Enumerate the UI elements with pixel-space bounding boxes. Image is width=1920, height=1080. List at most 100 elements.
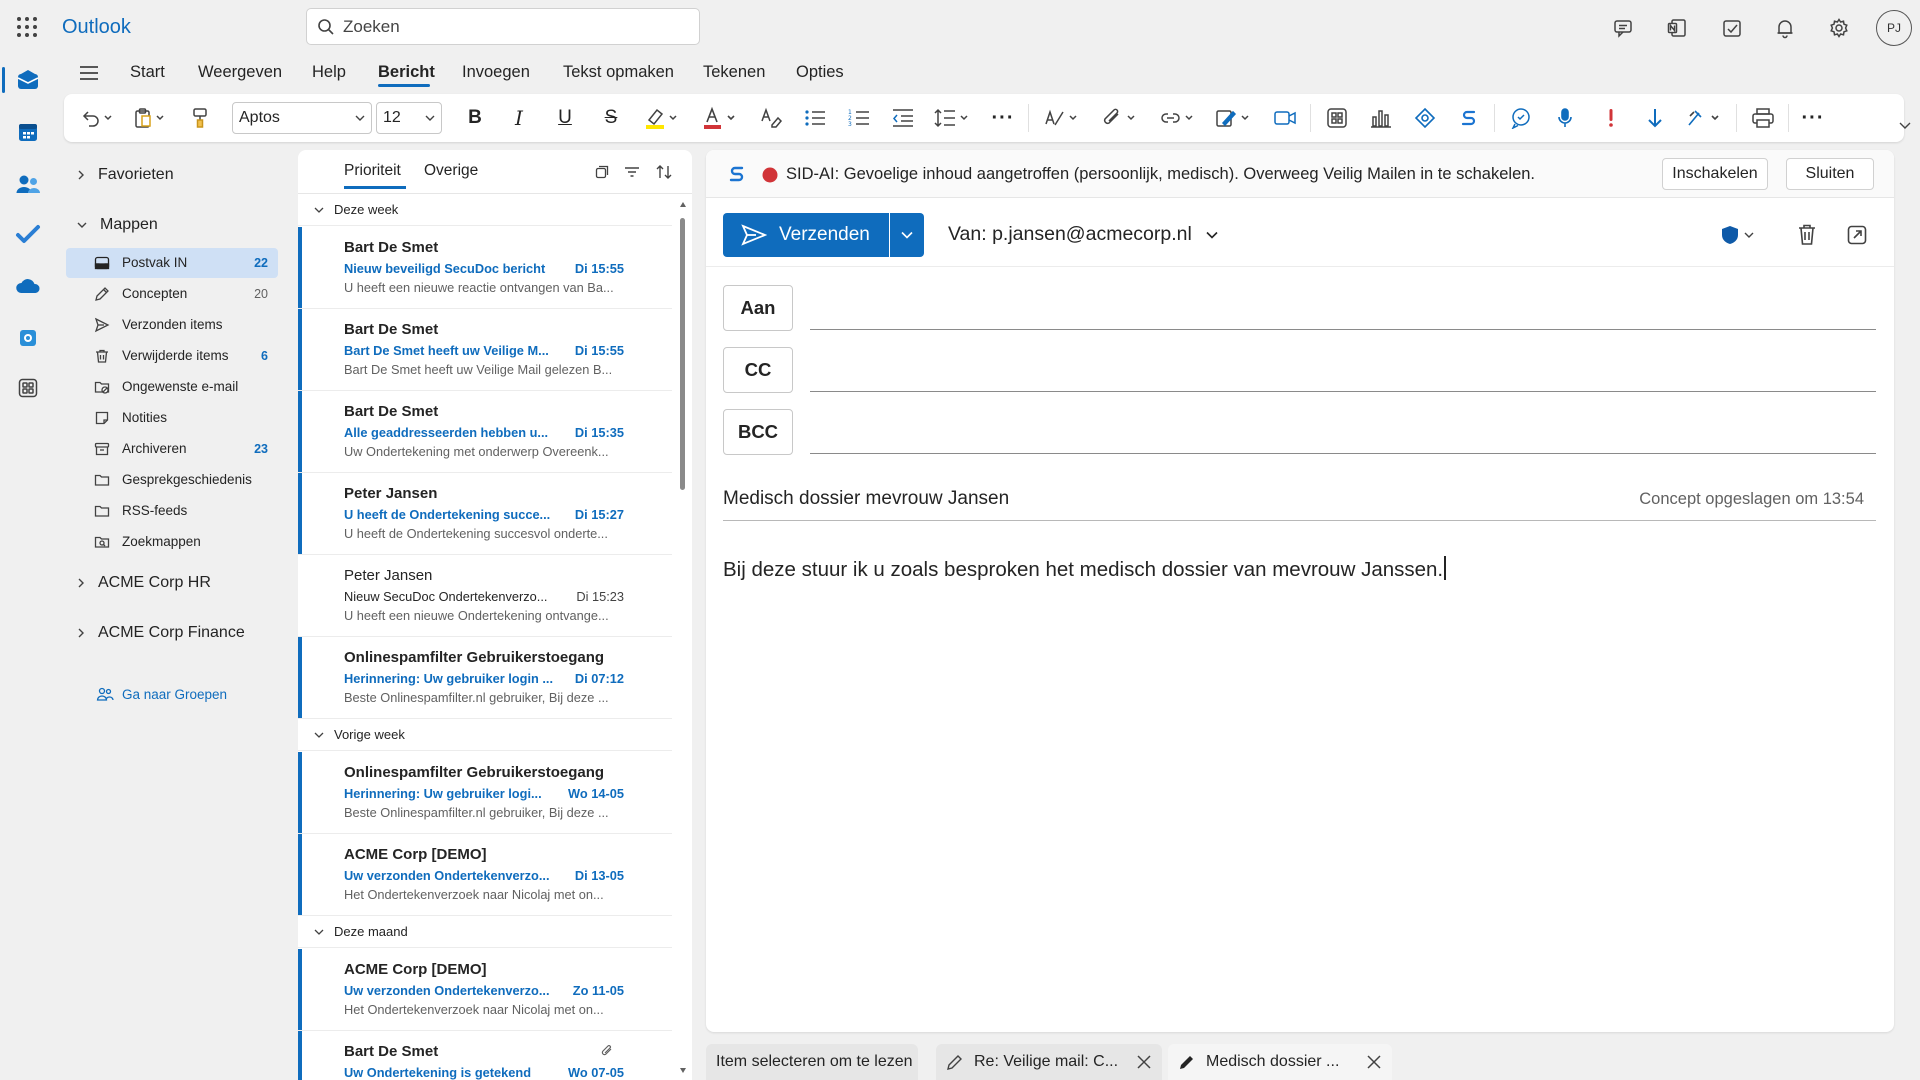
group-header-last-week[interactable]: Vorige week [298, 719, 672, 751]
sensitivity-icon[interactable] [1684, 104, 1724, 132]
close-icon[interactable] [1366, 1054, 1382, 1070]
more-formatting-icon[interactable]: ··· [990, 104, 1016, 132]
group-acme-hr[interactable]: ACME Corp HR [76, 574, 211, 592]
line-spacing-icon[interactable] [932, 104, 972, 132]
dictate-microphone-icon[interactable] [1552, 104, 1578, 132]
bcc-button[interactable]: BCC [723, 409, 793, 455]
bottom-tab-medical-draft[interactable]: Medisch dossier ... [1168, 1044, 1392, 1080]
close-icon[interactable] [1136, 1054, 1152, 1070]
high-importance-icon[interactable] [1598, 104, 1624, 132]
secudoc-icon[interactable] [1456, 104, 1482, 132]
scroll-down-icon[interactable] [680, 1068, 686, 1073]
message-item[interactable]: Onlinespamfilter Gebruikerstoegang Herin… [298, 637, 672, 719]
group-header-this-week[interactable]: Deze week [298, 194, 672, 226]
filter-icon[interactable] [622, 162, 642, 182]
font-name-select[interactable]: Aptos [232, 102, 372, 134]
bcc-field[interactable] [810, 414, 1876, 454]
print-icon[interactable] [1750, 104, 1776, 132]
calendar-icon[interactable] [12, 116, 44, 148]
message-item[interactable]: Bart De Smet Nieuw beveiligd SecuDoc ber… [298, 227, 672, 309]
from-selector[interactable]: Van: p.jansen@acmecorp.nl [948, 223, 1218, 246]
message-list-scrollbar[interactable] [680, 218, 685, 490]
bottom-tab-draft-reply[interactable]: Re: Veilige mail: C... [936, 1044, 1162, 1080]
message-item[interactable]: Onlinespamfilter Gebruikerstoegang Herin… [298, 752, 672, 834]
clipboard-icon[interactable] [130, 104, 170, 132]
collapse-nav-icon[interactable] [78, 64, 100, 82]
cc-field[interactable] [810, 352, 1876, 392]
message-item[interactable]: ACME Corp [DEMO] Uw verzonden Onderteken… [298, 834, 672, 916]
folder-archiveren[interactable]: Archiveren 23 [66, 434, 278, 464]
people-icon[interactable] [12, 168, 44, 200]
message-item[interactable]: Peter Jansen U heeft de Ondertekening su… [298, 473, 672, 555]
bold-icon[interactable]: B [462, 104, 488, 132]
folder-rss-feeds[interactable]: RSS-feeds [66, 496, 278, 526]
numbering-icon[interactable]: 123 [846, 104, 872, 132]
secure-attachment-icon[interactable] [1412, 104, 1438, 132]
low-importance-icon[interactable] [1642, 104, 1668, 132]
pop-out-icon[interactable] [1842, 220, 1872, 250]
font-size-select[interactable]: 12 [376, 102, 442, 134]
group-header-this-month[interactable]: Deze maand [298, 916, 672, 948]
tab-weergeven[interactable]: Weergeven [198, 63, 282, 82]
onenote-icon[interactable] [1663, 14, 1691, 42]
search-box[interactable] [306, 8, 700, 45]
goto-groups-link[interactable]: Ga naar Groepen [96, 686, 227, 702]
avatar[interactable]: PJ [1876, 10, 1912, 46]
message-body[interactable]: Bij deze stuur ik u zoals besproken het … [723, 556, 1446, 582]
tab-overige[interactable]: Overige [424, 162, 478, 180]
teams-chat-icon[interactable] [1609, 14, 1637, 42]
scroll-up-icon[interactable] [680, 202, 686, 207]
bell-icon[interactable] [1771, 14, 1799, 42]
link-icon[interactable] [1158, 104, 1198, 132]
more-apps-icon[interactable] [12, 372, 44, 404]
mail-icon[interactable] [12, 64, 44, 96]
message-item[interactable]: ACME Corp [DEMO] Uw verzonden Onderteken… [298, 949, 672, 1031]
gear-icon[interactable] [1825, 14, 1853, 42]
close-banner-button[interactable]: Sluiten [1786, 158, 1874, 190]
tab-invoegen[interactable]: Invoegen [462, 63, 530, 82]
bottom-tab-reading[interactable]: Item selecteren om te lezen [706, 1044, 918, 1080]
italic-icon[interactable]: I [506, 104, 532, 132]
undo-icon[interactable] [78, 104, 118, 132]
underline-icon[interactable]: U [552, 104, 578, 132]
enable-secure-mail-button[interactable]: Inschakelen [1662, 158, 1768, 190]
decrease-indent-icon[interactable] [890, 104, 916, 132]
expand-ribbon-icon[interactable] [1898, 120, 1912, 130]
folder-zoekmappen[interactable]: Zoekmappen [66, 527, 278, 557]
tab-bericht[interactable]: Bericht [378, 63, 435, 82]
mappen-group[interactable]: Mappen [76, 216, 158, 234]
tab-tekenen[interactable]: Tekenen [703, 63, 765, 82]
favorites-group[interactable]: Favorieten [76, 166, 174, 184]
secudoc-addin-icon[interactable] [12, 322, 44, 354]
select-all-icon[interactable] [592, 162, 612, 182]
tab-tekst-opmaken[interactable]: Tekst opmaken [563, 63, 674, 82]
attach-file-icon[interactable] [1100, 104, 1140, 132]
folder-gesprekgeschiedenis[interactable]: Gesprekgeschiedenis [66, 465, 278, 495]
format-painter-icon[interactable] [188, 104, 212, 132]
send-button[interactable]: Verzenden [723, 213, 889, 257]
tab-prioriteit[interactable]: Prioriteit [344, 162, 401, 180]
editor-icon[interactable] [1042, 104, 1082, 132]
search-input[interactable] [343, 11, 683, 42]
clear-formatting-icon[interactable] [758, 104, 784, 132]
more-options-icon[interactable]: ··· [1800, 104, 1826, 132]
message-item[interactable]: Bart De Smet Bart De Smet heeft uw Veili… [298, 309, 672, 391]
send-options-button[interactable] [890, 213, 924, 257]
sort-icon[interactable] [654, 162, 674, 182]
app-launcher-icon[interactable] [14, 14, 40, 40]
sensitivity-shield-icon[interactable] [1716, 220, 1758, 250]
teams-meeting-icon[interactable] [1272, 104, 1298, 132]
folder-ongewenste-email[interactable]: Ongewenste e-mail [66, 372, 278, 402]
strikethrough-icon[interactable]: S [598, 104, 624, 132]
cc-button[interactable]: CC [723, 347, 793, 393]
chat-bubble-icon[interactable] [1508, 104, 1534, 132]
group-acme-finance[interactable]: ACME Corp Finance [76, 624, 245, 642]
folder-concepten[interactable]: Concepten 20 [66, 279, 278, 309]
folder-postvak-in[interactable]: Postvak IN 22 [66, 248, 278, 278]
bullets-icon[interactable] [802, 104, 828, 132]
to-button[interactable]: Aan [723, 285, 793, 331]
message-item[interactable]: Bart De Smet Uw Ondertekening is geteken… [298, 1031, 672, 1080]
tab-start[interactable]: Start [130, 63, 165, 82]
tab-opties[interactable]: Opties [796, 63, 844, 82]
font-color-icon[interactable] [700, 104, 740, 132]
